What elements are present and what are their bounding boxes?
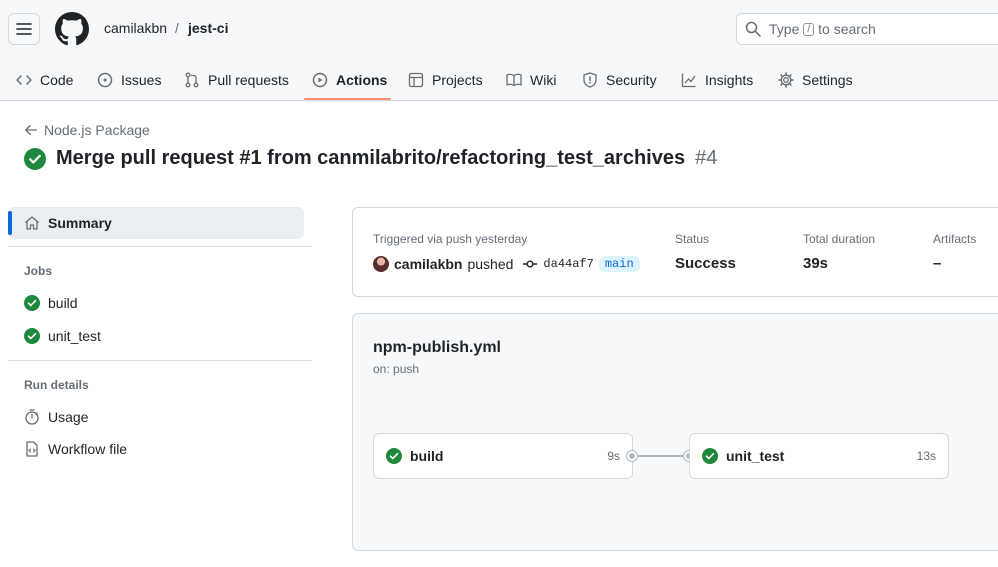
tab-label: Projects (432, 71, 483, 88)
workflow-graph-card: npm-publish.yml on: push build 9s unit_t… (352, 313, 998, 551)
sidebar-item-label: Usage (48, 409, 89, 425)
run-number: #4 (695, 147, 718, 169)
sidebar-divider (8, 246, 312, 247)
sidebar-heading-jobs: Jobs (24, 264, 53, 278)
sidebar-item-label: Summary (48, 215, 112, 231)
tab-label: Code (40, 71, 74, 88)
triggered-label: Triggered via push yesterday (373, 232, 528, 246)
tab-label: Pull requests (208, 71, 289, 88)
code-icon (16, 74, 32, 85)
artifacts-label: Artifacts (933, 232, 977, 246)
graph-icon (681, 73, 696, 87)
repo-header: camilakbn / jest-ci Type / to search Cod… (0, 0, 998, 101)
commit-sha-link[interactable]: da44af7 (543, 257, 593, 271)
hamburger-icon (16, 23, 32, 35)
trigger-action: pushed (467, 256, 514, 272)
tab-label: Security (606, 71, 657, 88)
search-placeholder-prefix: Type (769, 21, 800, 37)
job-duration: 9s (607, 449, 620, 463)
issue-icon (97, 72, 113, 87)
sidebar-item-label: unit_test (48, 328, 101, 344)
breadcrumb-repo[interactable]: jest-ci (188, 20, 228, 36)
tab-security[interactable]: Security (582, 58, 657, 101)
breadcrumb-separator: / (175, 20, 179, 36)
tab-settings[interactable]: Settings (778, 58, 853, 101)
sidebar-item-label: Workflow file (48, 441, 128, 457)
back-link-label: Node.js Package (44, 122, 150, 138)
tab-code[interactable]: Code (16, 58, 73, 101)
check-circle-fill-icon (24, 147, 46, 170)
sidebar-item-workflow-file[interactable]: Workflow file (24, 441, 127, 457)
tab-actions[interactable]: Actions (312, 58, 387, 101)
shield-icon (583, 71, 597, 88)
tab-label: Wiki (530, 71, 557, 88)
play-icon (312, 72, 328, 87)
avatar[interactable] (373, 256, 389, 272)
job-node-unit-test[interactable]: unit_test 13s (689, 433, 949, 479)
check-circle-fill-icon (386, 448, 402, 464)
sidebar-item-label: build (48, 295, 78, 311)
status-value: Success (675, 255, 736, 272)
pull-request-icon (185, 72, 199, 87)
hamburger-menu-button[interactable] (8, 13, 40, 45)
search-input[interactable]: Type / to search (736, 13, 998, 45)
run-title: Merge pull request #1 from canmilabrito/… (56, 147, 686, 169)
tab-issues[interactable]: Issues (97, 58, 161, 101)
trigger-details: camilakbn pushed da44af7 main (373, 256, 640, 272)
status-label: Status (675, 232, 710, 246)
check-circle-fill-icon (702, 448, 718, 464)
check-circle-fill-icon (24, 295, 40, 311)
file-code-icon (26, 441, 38, 457)
repo-nav-tabs: Code Issues Pull requests Actions Projec… (0, 58, 998, 101)
arrow-left-icon (25, 124, 37, 136)
branch-badge[interactable]: main (598, 256, 640, 272)
tab-label: Actions (336, 71, 388, 88)
connector-dot (627, 451, 637, 461)
search-shortcut-key: / (803, 22, 815, 36)
table-icon (408, 72, 424, 87)
duration-value: 39s (803, 255, 829, 272)
search-icon (745, 21, 761, 37)
selected-indicator (8, 211, 12, 235)
job-name: build (410, 448, 444, 464)
tab-projects[interactable]: Projects (408, 58, 483, 101)
job-node-build[interactable]: build 9s (373, 433, 633, 479)
tab-label: Issues (121, 71, 162, 88)
sidebar-item-job-build[interactable]: build (24, 295, 78, 311)
workflow-trigger: on: push (373, 362, 420, 376)
sidebar-divider (8, 360, 312, 361)
home-icon (25, 216, 39, 230)
duration-label: Total duration (803, 232, 876, 246)
tab-label: Insights (705, 71, 754, 88)
github-logo-icon[interactable] (55, 12, 89, 46)
tab-label: Settings (802, 71, 853, 88)
stopwatch-icon (25, 409, 39, 425)
gear-icon (778, 71, 794, 88)
sidebar-item-summary[interactable]: Summary (8, 207, 304, 239)
page-title: Merge pull request #1 from canmilabrito/… (24, 147, 717, 170)
active-tab-indicator (304, 98, 391, 100)
tab-wiki[interactable]: Wiki (506, 58, 556, 101)
sidebar-heading-run-details: Run details (24, 378, 89, 392)
actor-link[interactable]: camilakbn (394, 256, 462, 272)
connector-line (637, 455, 687, 457)
job-name: unit_test (726, 448, 785, 464)
tab-pull-requests[interactable]: Pull requests (184, 58, 289, 101)
breadcrumb-owner[interactable]: camilakbn (104, 20, 167, 36)
tab-insights[interactable]: Insights (681, 58, 753, 101)
workflow-file-name: npm-publish.yml (373, 339, 501, 356)
sidebar-item-job-unit-test[interactable]: unit_test (24, 328, 101, 344)
search-placeholder-suffix: to search (818, 21, 876, 37)
artifacts-value: – (933, 255, 942, 272)
sidebar-item-usage[interactable]: Usage (24, 409, 88, 425)
book-icon (506, 73, 522, 86)
job-duration: 13s (916, 449, 936, 463)
back-to-workflow-link[interactable]: Node.js Package (24, 122, 150, 138)
run-summary-card: Triggered via push yesterday camilakbn p… (352, 207, 998, 297)
check-circle-fill-icon (24, 328, 40, 344)
git-commit-icon (523, 260, 538, 268)
